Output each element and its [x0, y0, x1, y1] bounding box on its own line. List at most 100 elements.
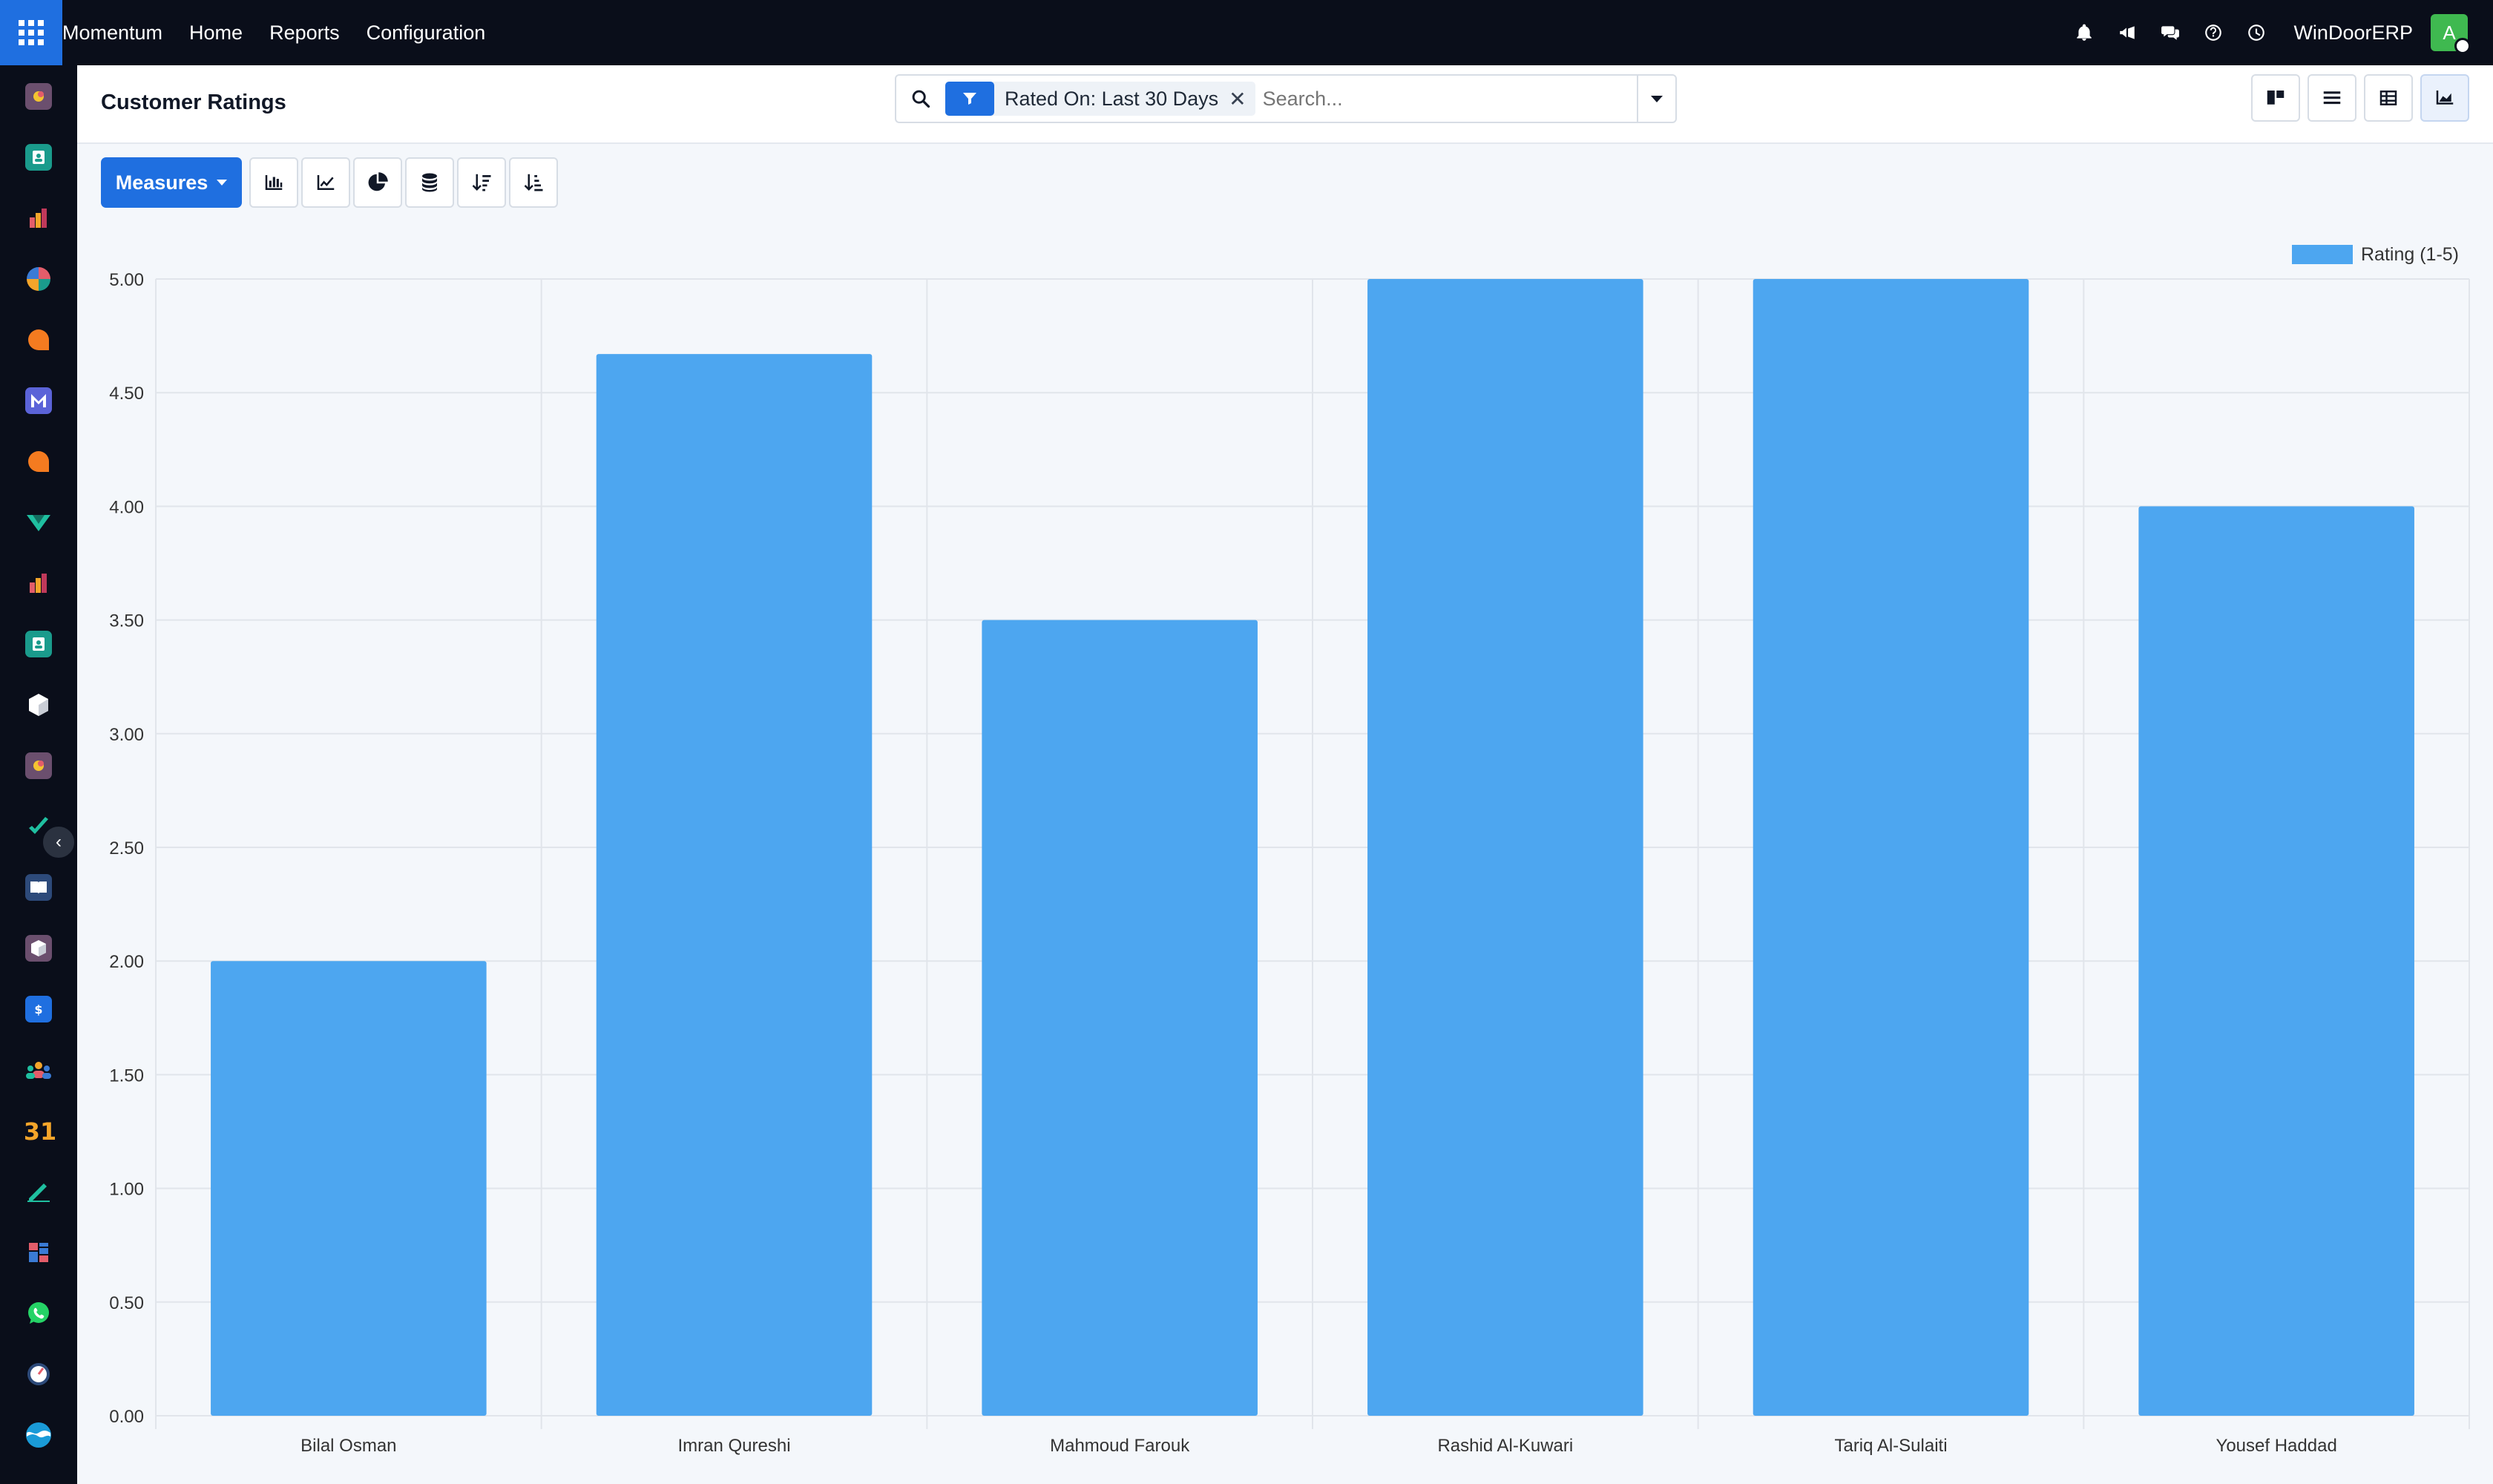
navbar-systray: WinDoorERP A — [2059, 0, 2493, 65]
stacked-button[interactable] — [405, 157, 454, 208]
timer-gauge-icon[interactable] — [25, 1361, 52, 1388]
ratings-heart-icon[interactable] — [25, 509, 52, 536]
x-tick-label: Imran Qureshi — [677, 1436, 790, 1456]
megaphone-icon[interactable] — [2109, 15, 2145, 50]
app-menu-button[interactable] — [0, 0, 62, 65]
caret-down-icon — [217, 180, 228, 186]
chevron-left-icon: ‹ — [56, 832, 62, 852]
pivot-view-button[interactable] — [2364, 74, 2413, 122]
x-tick-label: Mahmoud Farouk — [1050, 1436, 1190, 1456]
y-tick-label: 2.00 — [109, 952, 144, 972]
line-chart-button[interactable] — [301, 157, 350, 208]
waves-icon[interactable] — [25, 1422, 52, 1448]
x-tick-label: Tariq Al-Sulaiti — [1834, 1436, 1947, 1456]
page-title: Customer Ratings — [101, 91, 286, 114]
bar[interactable] — [211, 961, 487, 1416]
sort-ascending-button[interactable] — [509, 157, 558, 208]
facet-remove-icon[interactable]: ✕ — [1229, 87, 1255, 111]
sort-descending-icon — [472, 174, 491, 191]
bar[interactable] — [596, 354, 873, 1416]
user-avatar[interactable]: A — [2431, 14, 2471, 54]
search-options-toggle[interactable] — [1637, 76, 1675, 122]
control-panel: Customer Ratings Rated On: Last 30 Days … — [77, 65, 2493, 144]
avatar-initial: A — [2443, 21, 2456, 44]
help-icon[interactable] — [2195, 15, 2231, 50]
y-tick-label: 1.00 — [109, 1180, 144, 1200]
nav-item-home[interactable]: Home — [189, 22, 243, 45]
grid-icon — [19, 20, 44, 45]
y-tick-label: 1.50 — [109, 1066, 144, 1086]
app-icon-12[interactable] — [25, 752, 52, 779]
status-dot — [2454, 38, 2471, 54]
team-people-icon[interactable] — [25, 1057, 52, 1083]
contacts-icon[interactable] — [25, 144, 52, 171]
invoice-dollar-icon[interactable]: $ — [25, 996, 52, 1022]
svg-text:$: $ — [34, 1002, 42, 1017]
y-tick-label: 3.50 — [109, 611, 144, 631]
bar-chart-button[interactable] — [249, 157, 298, 208]
reporting-chart-icon[interactable] — [25, 570, 52, 597]
bell-icon[interactable] — [2066, 15, 2102, 50]
y-tick-label: 3.00 — [109, 725, 144, 745]
spreadsheet-grid-icon[interactable] — [25, 1239, 52, 1266]
legend-label[interactable]: Rating (1-5) — [2361, 244, 2459, 265]
chat-icon[interactable] — [2152, 15, 2188, 50]
bar-chart-icon — [265, 175, 283, 190]
y-tick-label: 0.50 — [109, 1293, 144, 1313]
bar-chart: 0.00 0.50 1.00 1.50 2.00 2.50 3.00 3.50 4.00 4.50… — [109, 244, 2470, 1456]
bar[interactable] — [1753, 279, 2029, 1416]
sidebar-collapse-button[interactable]: ‹ — [42, 825, 76, 859]
graph-view-button[interactable] — [2420, 74, 2469, 122]
caret-down-icon — [1651, 95, 1663, 102]
calendar-icon[interactable]: 31 — [25, 1117, 55, 1144]
database-icon — [422, 173, 437, 192]
whatsapp-icon[interactable] — [25, 1300, 52, 1327]
app-icon-1[interactable] — [25, 83, 52, 110]
measures-label: Measures — [115, 171, 208, 194]
pie-chart-button[interactable] — [353, 157, 402, 208]
kanban-icon — [2267, 91, 2285, 105]
filter-facet: Rated On: Last 30 Days ✕ — [945, 82, 1255, 116]
pie-chart-icon — [368, 172, 388, 191]
app-brand[interactable]: Momentum — [62, 22, 162, 45]
table-icon — [2379, 91, 2397, 105]
y-tick-label: 2.50 — [109, 838, 144, 858]
list-icon — [2323, 91, 2341, 105]
facet-label: Rated On: Last 30 Days — [1005, 87, 1219, 110]
app-sidebar: $ 31 ‹ — [0, 65, 77, 1484]
y-tick-label: 0.00 — [109, 1407, 144, 1427]
inventory-box-icon[interactable] — [25, 692, 52, 718]
kanban-view-button[interactable] — [2251, 74, 2300, 122]
bar[interactable] — [1367, 279, 1643, 1416]
knowledge-book-icon[interactable] — [25, 874, 52, 901]
search-bar[interactable]: Rated On: Last 30 Days ✕ — [895, 74, 1677, 123]
area-chart-icon — [2436, 91, 2454, 105]
employees-icon[interactable] — [25, 631, 52, 657]
x-tick-label: Yousef Haddad — [2216, 1436, 2337, 1456]
nav-item-reports[interactable]: Reports — [269, 22, 340, 45]
discuss-bubble-icon[interactable] — [25, 326, 52, 353]
search-input[interactable] — [1262, 80, 1637, 117]
svg-text:31: 31 — [25, 1119, 55, 1143]
measures-button[interactable]: Measures — [101, 157, 242, 208]
bar[interactable] — [2138, 506, 2414, 1416]
sales-chart-icon[interactable] — [25, 205, 52, 232]
mail-icon[interactable] — [25, 387, 52, 414]
search-icon[interactable] — [896, 76, 945, 122]
clock-icon[interactable] — [2239, 15, 2274, 50]
legend-swatch[interactable] — [2292, 245, 2353, 264]
company-name[interactable]: WinDoorERP — [2293, 22, 2413, 45]
y-tick-label: 4.50 — [109, 384, 144, 404]
view-switcher — [2244, 74, 2469, 122]
sign-pen-icon[interactable] — [25, 1178, 52, 1205]
graph-chart-area: 0.00 0.50 1.00 1.50 2.00 2.50 3.00 3.50 4.00 4.50… — [77, 223, 2493, 1484]
dashboard-pie-icon[interactable] — [25, 266, 52, 292]
filter-icon — [945, 82, 994, 116]
bar[interactable] — [982, 620, 1258, 1416]
sort-descending-button[interactable] — [457, 157, 506, 208]
y-tick-label: 5.00 — [109, 270, 144, 290]
nav-item-configuration[interactable]: Configuration — [367, 22, 486, 45]
livechat-bubble-icon[interactable] — [25, 448, 52, 475]
package-icon[interactable] — [25, 935, 52, 962]
list-view-button[interactable] — [2308, 74, 2356, 122]
